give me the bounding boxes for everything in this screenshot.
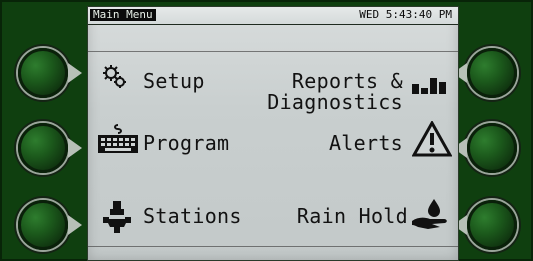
left-button-1-arrow-icon: [68, 63, 82, 83]
bar-chart-icon: [412, 70, 448, 94]
left-button-3-knob[interactable]: [18, 200, 68, 250]
program-label[interactable]: Program: [143, 133, 229, 153]
right-button-3-knob[interactable]: [467, 200, 517, 250]
left-button-2[interactable]: [12, 120, 82, 176]
warning-icon: [411, 119, 453, 157]
divider-bottom: [88, 246, 458, 247]
right-button-1[interactable]: [453, 45, 523, 101]
right-button-1-knob[interactable]: [467, 48, 517, 98]
title-bar: Main Menu WED 5:43:40 PM: [88, 7, 458, 25]
left-button-3[interactable]: [12, 197, 82, 253]
left-button-2-knob[interactable]: [18, 123, 68, 173]
left-button-3-arrow-icon: [68, 215, 82, 235]
rain-hold-label[interactable]: Rain Hold: [297, 206, 408, 226]
stations-label[interactable]: Stations: [143, 206, 242, 226]
reports-label[interactable]: Reports &: [292, 71, 403, 91]
menu-title: Main Menu: [90, 9, 156, 21]
divider-top: [88, 51, 458, 52]
right-button-2-knob[interactable]: [467, 123, 517, 173]
diagnostics-label[interactable]: Diagnostics: [267, 92, 403, 112]
alerts-label[interactable]: Alerts: [329, 133, 403, 153]
right-button-3[interactable]: [453, 197, 523, 253]
left-button-1-knob[interactable]: [18, 48, 68, 98]
datetime-display: WED 5:43:40 PM: [359, 8, 452, 21]
setup-label[interactable]: Setup: [143, 71, 205, 91]
right-button-2[interactable]: [453, 120, 523, 176]
lcd-screen: Main Menu WED 5:43:40 PM Setup Reports &…: [87, 6, 459, 261]
hand-drop-icon: [410, 197, 450, 231]
left-button-1[interactable]: [12, 45, 82, 101]
left-button-2-arrow-icon: [68, 138, 82, 158]
valve-icon: [102, 199, 132, 235]
gear-icon: [102, 64, 128, 90]
keyboard-icon: [96, 123, 140, 155]
